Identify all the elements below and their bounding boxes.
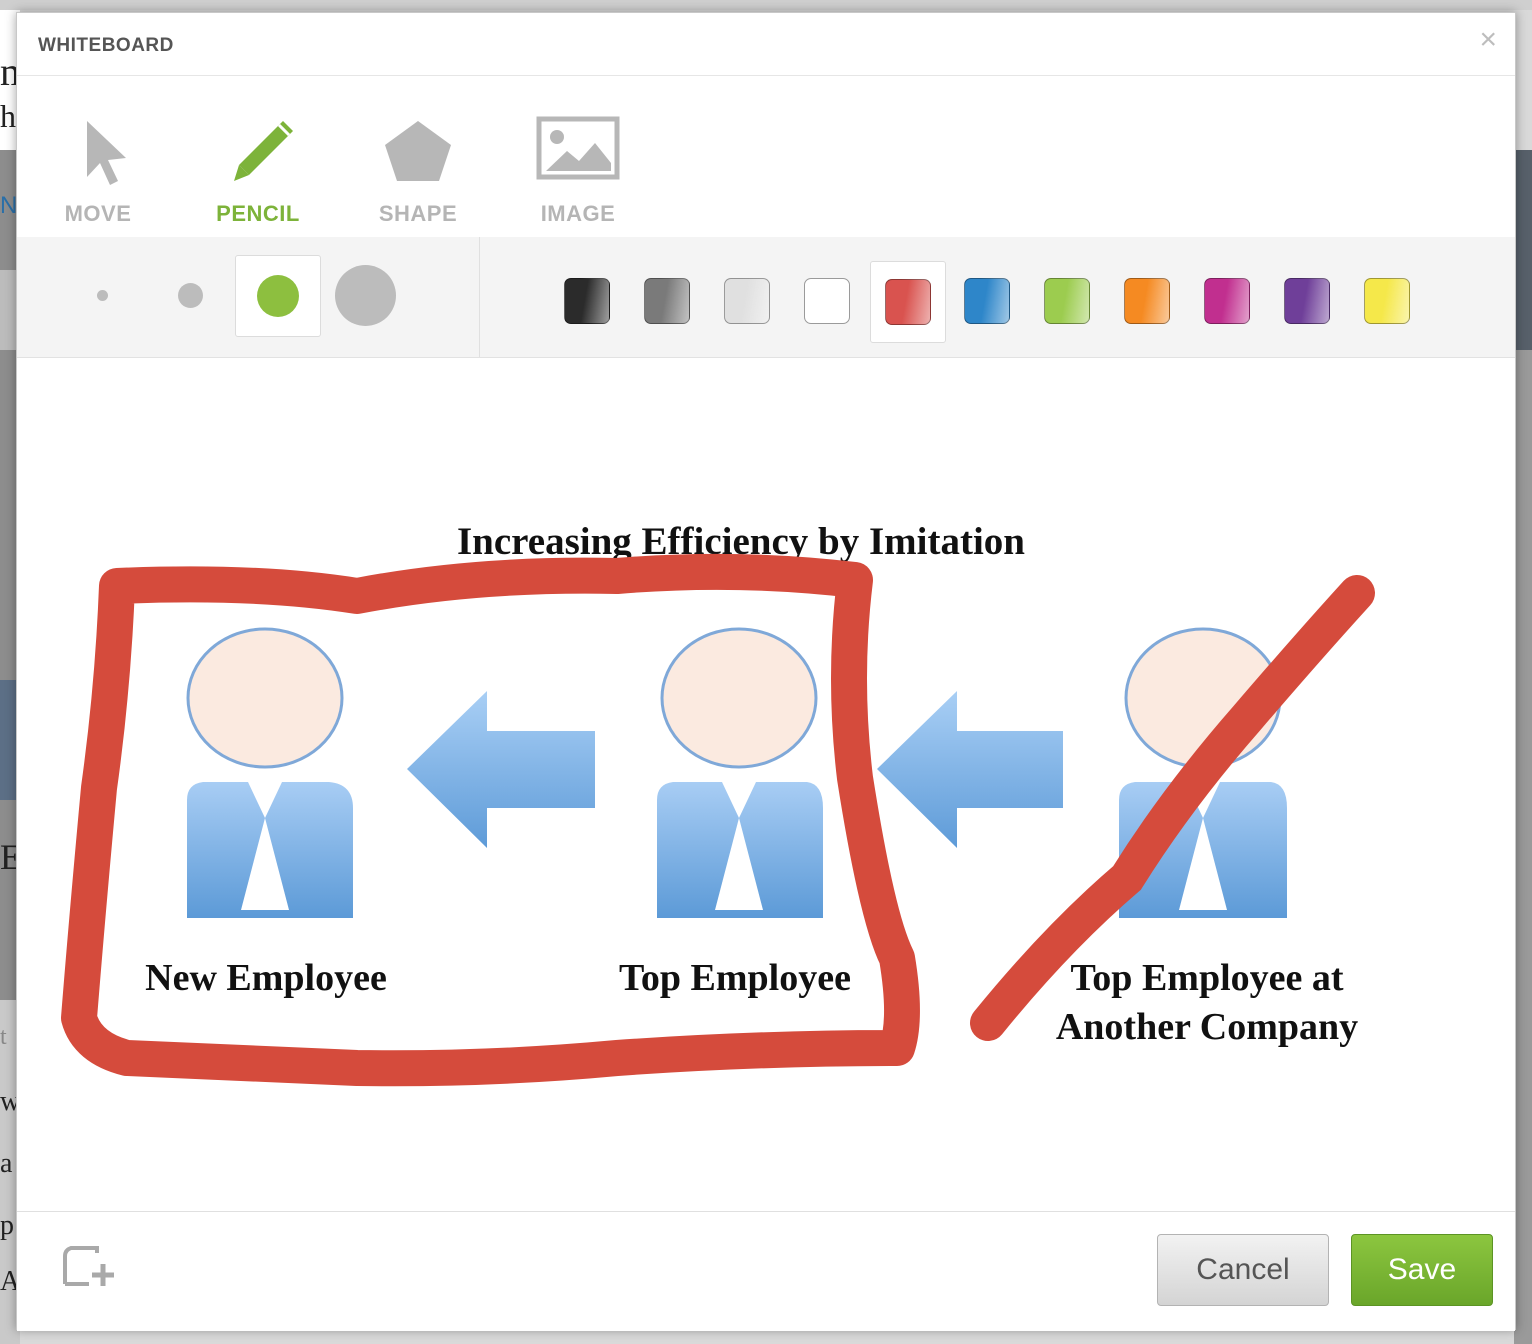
pencil-options-bar [17,237,1515,358]
color-swatch-fill [1044,278,1090,324]
image-icon [536,116,620,180]
person-figure [657,627,823,918]
new-board-icon[interactable] [59,1242,119,1290]
cursor-arrow-icon [87,121,126,185]
left-arrow [407,691,595,848]
tool-shape-label: SHAPE [378,201,458,226]
cancel-button[interactable]: Cancel [1157,1234,1329,1306]
modal-header: WHITEBOARD × [17,13,1515,76]
drawing-canvas[interactable]: Increasing Efficiency by Imitation New E… [17,358,1515,1212]
dot-icon [97,290,108,301]
person-figure [186,627,353,918]
color-swatch-fill [564,278,610,324]
modal-footer: Cancel Save [17,1212,1515,1331]
color-swatch[interactable] [1350,261,1426,343]
pentagon-icon [385,121,451,181]
color-swatch[interactable] [1190,261,1266,343]
color-swatch-fill [885,279,931,325]
background-text: a [0,1148,13,1179]
tool-image[interactable]: IMAGE [523,105,633,235]
close-icon[interactable]: × [1479,25,1497,55]
color-swatch[interactable] [630,261,706,343]
color-swatch-fill [1124,278,1170,324]
tool-move[interactable]: MOVE [43,105,153,235]
background-right-overlay [1514,350,1532,1344]
color-swatch-fill [1364,278,1410,324]
color-swatch-fill [804,278,850,324]
figure-label: Another Company [1056,1006,1358,1048]
color-swatch-fill [964,278,1010,324]
figure-label: New Employee [145,957,387,999]
brush-size-medium[interactable] [235,255,321,337]
background-text: t [0,1024,7,1050]
background-top-strip [0,0,1532,10]
background-right-bar [1514,150,1532,350]
color-swatch[interactable] [1110,261,1186,343]
color-swatch-fill [1284,278,1330,324]
tool-pencil[interactable]: PENCIL [203,105,313,235]
color-swatch-fill [724,278,770,324]
color-swatch-fill [1204,278,1250,324]
pencil-icon [234,121,293,181]
tool-move-label: MOVE [64,201,132,226]
background-text: N [0,192,18,219]
color-swatch[interactable] [550,261,626,343]
tool-bar: MOVE PENCIL SHAPE IMAGE [17,75,1515,238]
brush-size-small[interactable] [147,255,233,337]
color-swatch-fill [644,278,690,324]
dot-icon [178,283,203,308]
brush-size-group [17,237,480,357]
figure-label: Top Employee [619,957,851,999]
background-text: p [0,1210,14,1241]
background-text: h [0,98,16,134]
color-swatch[interactable] [870,261,946,343]
left-arrow [877,691,1063,848]
figure-label: Top Employee at [1070,957,1343,999]
color-swatch[interactable] [790,261,866,343]
save-button[interactable]: Save [1351,1234,1493,1306]
canvas-drawing: Increasing Efficiency by Imitation New E… [61,520,1375,1087]
color-swatch[interactable] [1270,261,1346,343]
modal-title: WHITEBOARD [38,35,174,56]
brush-size-large[interactable] [323,255,409,337]
dot-icon [257,275,299,317]
brush-size-extra-small[interactable] [59,255,145,337]
tool-pencil-label: PENCIL [216,201,300,226]
color-swatch[interactable] [710,261,786,343]
color-swatch[interactable] [950,261,1026,343]
tool-shape[interactable]: SHAPE [363,105,473,235]
dot-icon [335,265,396,326]
whiteboard-modal: WHITEBOARD × MOVE PENCIL SHAPE IMAGE Inc… [16,12,1516,1331]
color-swatch[interactable] [1030,261,1106,343]
tool-image-label: IMAGE [540,201,616,226]
